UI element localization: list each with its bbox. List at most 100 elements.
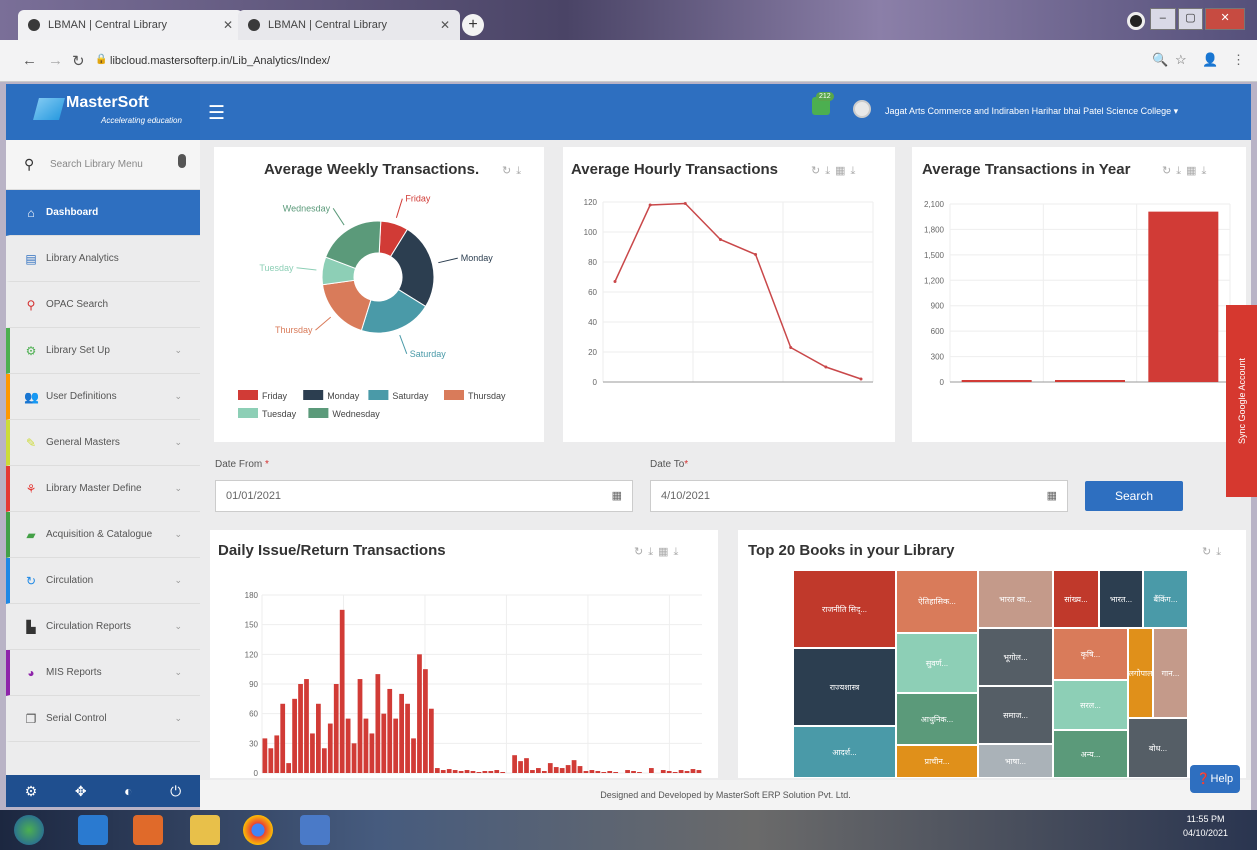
daily-bar[interactable] — [690, 769, 696, 773]
daily-bar[interactable] — [327, 723, 333, 773]
sidebar-item-serial-control[interactable]: ❐ Serial Control ⌄ — [6, 696, 200, 742]
daily-bar[interactable] — [530, 770, 535, 773]
browser-profile-icon[interactable] — [1127, 12, 1145, 30]
sidebar-item-dashboard[interactable]: ⌂ Dashboard — [6, 190, 200, 236]
year-bar[interactable] — [961, 380, 1032, 382]
card-tools[interactable]: ↻⤓▦⤓ — [1162, 164, 1211, 178]
line-point[interactable] — [859, 377, 863, 381]
daily-bar[interactable] — [660, 770, 666, 773]
tray-clock[interactable]: 11:55 PM 04/10/2021 — [1183, 812, 1228, 840]
media-player-icon[interactable] — [133, 815, 163, 845]
close-tab-icon[interactable]: ✕ — [440, 18, 450, 32]
sidebar-item-library-master-define[interactable]: ⚘ Library Master Define ⌄ — [6, 466, 200, 512]
sidebar-item-opac-search[interactable]: ⚲ OPAC Search — [6, 282, 200, 328]
daily-bar[interactable] — [304, 679, 309, 773]
app-logo[interactable]: MasterSoft Accelerating education — [6, 84, 200, 140]
account-icon[interactable]: 👤 — [1202, 52, 1218, 68]
calendar-icon[interactable]: ▦ — [612, 489, 622, 502]
chrome-icon[interactable] — [243, 815, 273, 845]
start-icon[interactable] — [14, 815, 44, 845]
daily-bar[interactable] — [446, 769, 452, 773]
treemap-cell[interactable]: बालगोपाल... — [1128, 628, 1153, 718]
treemap-cell[interactable]: सांख्य... — [1053, 570, 1099, 628]
url-text[interactable]: libcloud.mastersofterp.in/Lib_Analytics/… — [110, 55, 330, 67]
line-point[interactable] — [789, 346, 793, 349]
card-tools[interactable]: ↻⤓ — [502, 164, 526, 178]
treemap-cell[interactable]: बैंकिंग... — [1143, 570, 1188, 628]
daily-bar[interactable] — [399, 693, 405, 773]
card-tools[interactable]: ↻⤓▦⤓ — [811, 164, 860, 178]
daily-bar[interactable] — [393, 718, 399, 773]
daily-bar[interactable] — [571, 760, 577, 773]
daily-bar[interactable] — [672, 772, 678, 773]
daily-bar[interactable] — [280, 703, 286, 773]
daily-bar[interactable] — [666, 771, 672, 773]
daily-bar[interactable] — [565, 765, 571, 773]
daily-bar[interactable] — [500, 772, 506, 773]
fullscreen-icon[interactable]: ✥ — [75, 783, 87, 800]
daily-bar[interactable] — [524, 758, 529, 773]
daily-bar[interactable] — [452, 770, 458, 773]
daily-bar[interactable] — [577, 766, 583, 773]
treemap-cell[interactable]: आदर्श... — [793, 726, 896, 778]
daily-bar[interactable] — [298, 684, 303, 773]
bookmark-star-icon[interactable]: ☆ — [1175, 52, 1187, 68]
minimize-button[interactable]: ‒ — [1150, 8, 1176, 30]
daily-bar[interactable] — [553, 767, 559, 773]
power-icon[interactable]: ⏻ — [170, 783, 181, 800]
close-tab-icon[interactable]: ✕ — [223, 18, 233, 32]
date-to-input[interactable]: 4/10/2021 ▦ — [650, 480, 1068, 512]
daily-bar[interactable] — [286, 763, 292, 773]
search-input[interactable]: Search Library Menu — [50, 159, 143, 170]
sync-google-button[interactable]: Sync Google Account — [1226, 305, 1257, 497]
sidebar-search[interactable]: ⚲ Search Library Menu — [6, 140, 200, 190]
daily-bar[interactable] — [464, 770, 470, 773]
daily-bar[interactable] — [476, 772, 482, 773]
treemap-cell[interactable]: भूगोल... — [978, 628, 1053, 686]
daily-bar[interactable] — [268, 748, 274, 773]
reload-icon[interactable]: ↻ — [72, 52, 85, 70]
daily-bar[interactable] — [387, 688, 393, 773]
daily-bar[interactable] — [613, 772, 619, 773]
daily-bar[interactable] — [589, 770, 595, 773]
daily-bar[interactable] — [458, 771, 464, 773]
daily-bar[interactable] — [292, 698, 297, 773]
daily-bar[interactable] — [262, 738, 268, 773]
treemap-cell[interactable]: बोध... — [1128, 718, 1188, 778]
daily-bar[interactable] — [381, 713, 387, 773]
daily-bar[interactable] — [423, 669, 428, 773]
search-button[interactable]: Search — [1085, 481, 1183, 511]
sidebar-item-user-definitions[interactable]: 👥 User Definitions ⌄ — [6, 374, 200, 420]
back-icon[interactable]: ← — [22, 52, 37, 69]
ie-icon[interactable] — [78, 815, 108, 845]
hamburger-menu-icon[interactable]: ☰ — [208, 102, 225, 125]
daily-bar[interactable] — [274, 735, 280, 773]
card-tools[interactable]: ↻⤓▦⤓ — [634, 545, 683, 559]
daily-bar[interactable] — [440, 770, 446, 773]
daily-bar[interactable] — [428, 708, 434, 773]
sidebar-item-general-masters[interactable]: ✎ General Masters ⌄ — [6, 420, 200, 466]
browser-tab-1[interactable]: LBMAN | Central Library ✕ — [18, 10, 243, 40]
line-point[interactable] — [648, 203, 652, 207]
daily-bar[interactable] — [405, 703, 410, 773]
daily-bar[interactable] — [678, 770, 684, 773]
daily-bar[interactable] — [625, 770, 630, 773]
daily-bar[interactable] — [648, 768, 654, 773]
daily-bar[interactable] — [316, 703, 321, 773]
zoom-icon[interactable]: 🔍 — [1152, 52, 1168, 68]
daily-bar[interactable] — [559, 768, 565, 773]
daily-bar[interactable] — [607, 771, 613, 773]
sidebar-item-circulation-reports[interactable]: ▙ Circulation Reports ⌄ — [6, 604, 200, 650]
daily-bar[interactable] — [375, 674, 381, 773]
sidebar-item-acquisition-catalogue[interactable]: ▰ Acquisition & Catalogue ⌄ — [6, 512, 200, 558]
word-icon[interactable] — [300, 815, 330, 845]
legend-label[interactable]: Saturday — [392, 391, 429, 401]
treemap-cell[interactable]: ऐतिहासिक... — [896, 570, 978, 633]
maximize-button[interactable]: ▢ — [1177, 8, 1204, 30]
sidebar-item-mis-reports[interactable]: ◕ MIS Reports ⌄ — [6, 650, 200, 696]
treemap-cell[interactable]: भारत... — [1099, 570, 1143, 628]
line-point[interactable] — [613, 280, 617, 283]
treemap-cell[interactable]: सरल... — [1053, 680, 1128, 730]
daily-bar[interactable] — [637, 772, 642, 773]
daily-bar[interactable] — [470, 771, 476, 773]
